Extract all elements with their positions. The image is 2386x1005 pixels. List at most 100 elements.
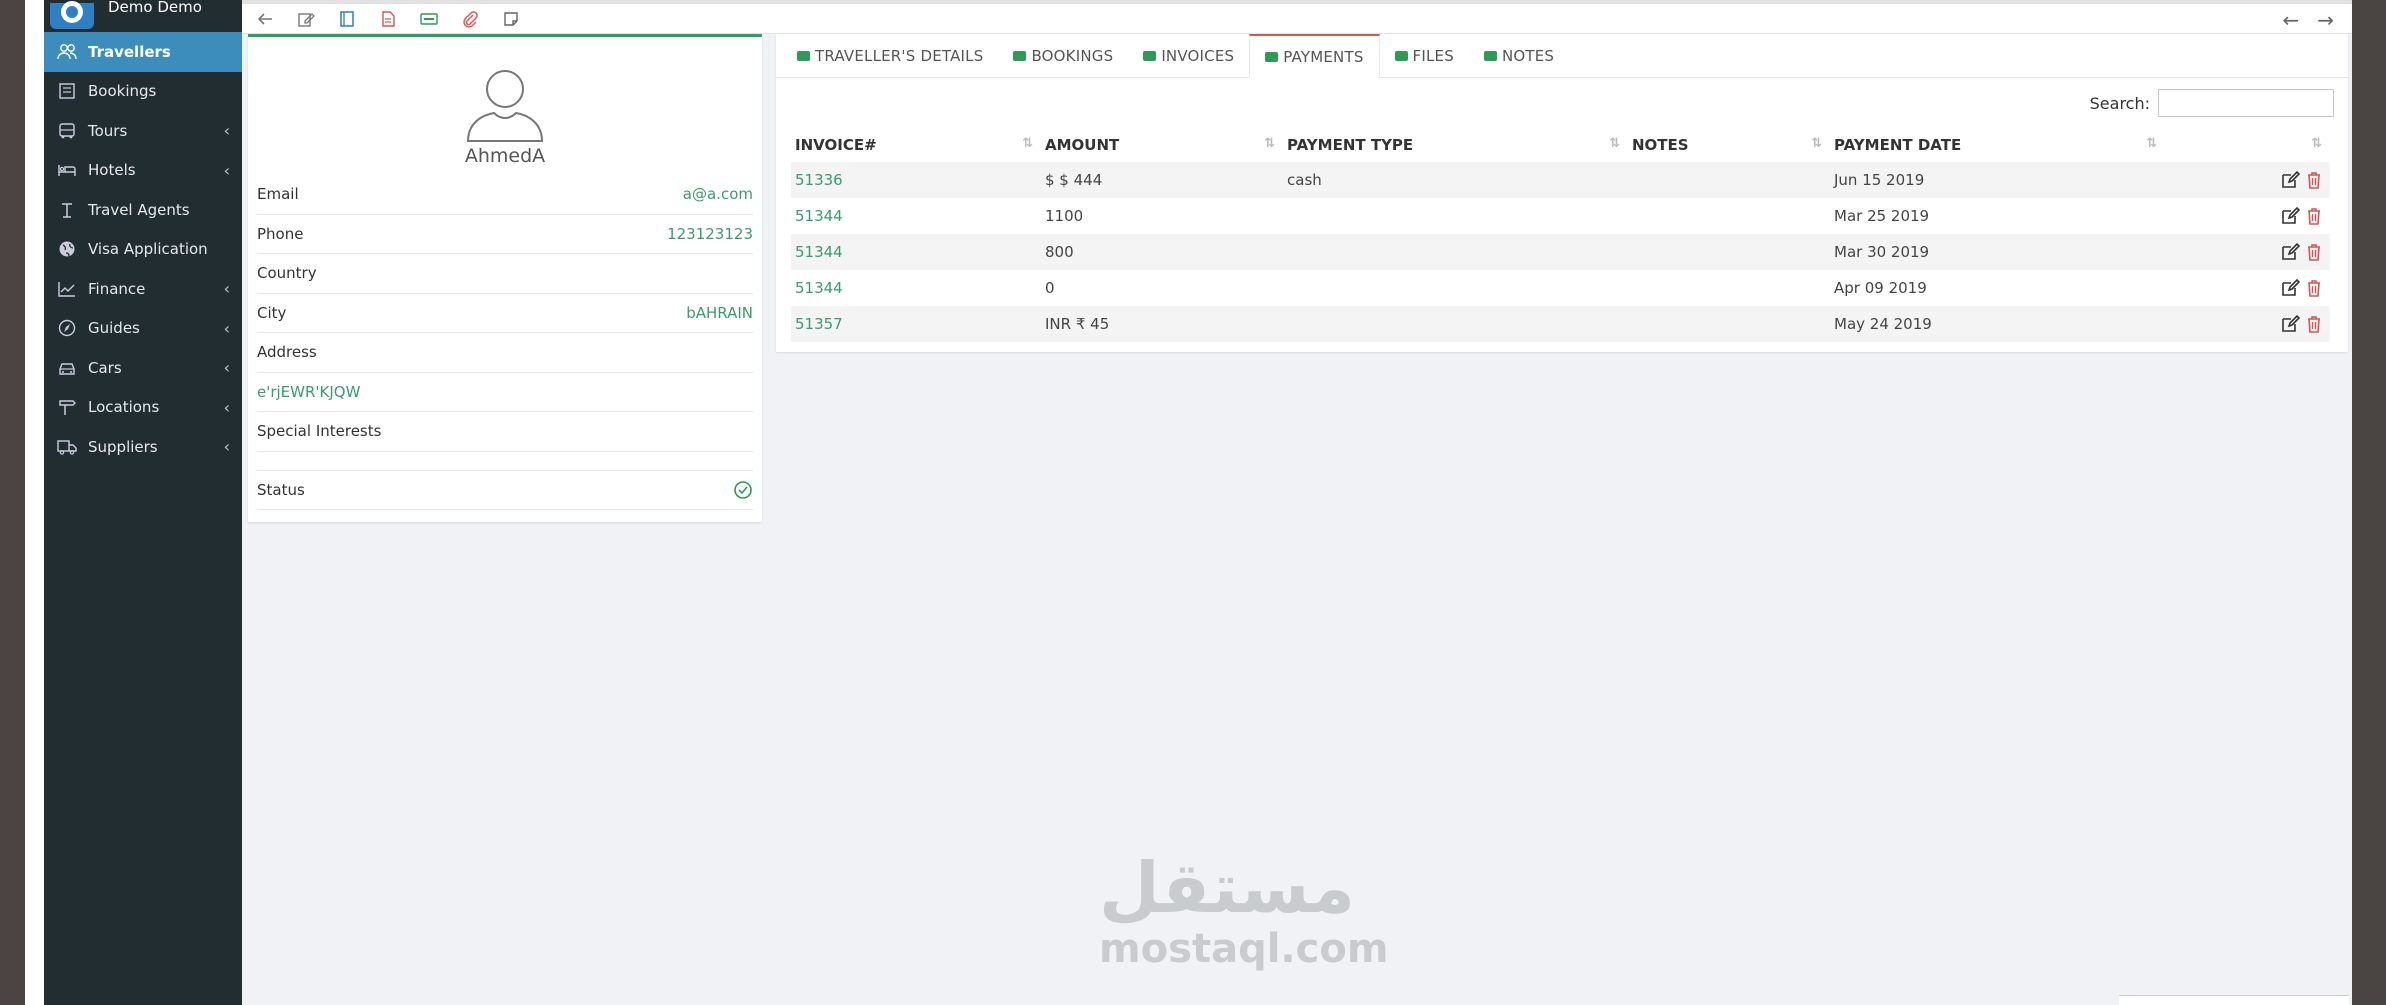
sidebar-item-hotels[interactable]: Hotels ‹ — [44, 151, 242, 191]
edit-icon[interactable] — [2280, 314, 2301, 334]
tab-label: TRAVELLER'S DETAILS — [815, 47, 984, 65]
status-check-icon[interactable] — [733, 480, 753, 500]
special-interests-row: Special Interests — [257, 412, 753, 452]
tab-files[interactable]: FILES — [1380, 34, 1469, 78]
sidebar-item-label: Travel Agents — [88, 200, 190, 219]
sidebar: Demo Demo Travellers Bookings Tours ‹ Hotels… — [44, 0, 242, 1005]
notes-cell — [1628, 270, 1830, 306]
sidebar-item-guides[interactable]: Guides ‹ — [44, 309, 242, 349]
sidebar-nav: Travellers Bookings Tours ‹ Hotels ‹ Travel Ag… — [44, 32, 242, 467]
phone-value[interactable]: 123123123 — [667, 225, 753, 243]
truck-icon — [56, 438, 78, 456]
user-avatar-icon — [466, 70, 544, 142]
bottom-panel-edge — [2119, 995, 2349, 1005]
status-label: Status — [257, 480, 305, 499]
column-header[interactable]: PAYMENT DATE ⇅ — [1830, 128, 2165, 162]
tab-status-dot-icon — [1143, 51, 1157, 61]
sidebar-item-label: Suppliers — [88, 437, 158, 456]
sidebar-item-finance[interactable]: Finance ‹ — [44, 269, 242, 309]
sidebar-item-travel-agents[interactable]: Travel Agents — [44, 190, 242, 230]
address-label: Address — [257, 343, 317, 362]
tab-label: NOTES — [1501, 47, 1555, 65]
sort-icon: ⇅ — [1609, 136, 1620, 151]
sidebar-item-label: Visa Application — [88, 240, 208, 259]
sidebar-item-visa-application[interactable]: Visa Application — [44, 230, 242, 270]
watermark-latin: mostaql.com — [1099, 926, 1389, 972]
sort-icon: ⇅ — [2146, 136, 2157, 151]
city-value[interactable]: bAHRAIN — [686, 304, 753, 322]
pdf-icon[interactable] — [377, 9, 399, 29]
tab-label: PAYMENTS — [1283, 48, 1364, 66]
email-value[interactable]: a@a.com — [683, 185, 753, 203]
delete-icon[interactable] — [2304, 170, 2324, 190]
next-record-arrow-icon[interactable]: → — [2317, 8, 2334, 32]
sidebar-item-travellers[interactable]: Travellers — [44, 32, 242, 72]
payment-type-cell — [1283, 198, 1628, 234]
phone-label: Phone — [257, 224, 304, 243]
amount-cell: INR ₹ 45 — [1041, 306, 1283, 342]
sidebar-item-bookings[interactable]: Bookings — [44, 72, 242, 112]
tab-bookings[interactable]: BOOKINGS — [998, 34, 1128, 78]
car-icon — [56, 359, 78, 377]
invoice-link[interactable]: 51344 — [791, 270, 1041, 306]
previous-record-arrow-icon[interactable]: ← — [2282, 8, 2299, 32]
tab-notes[interactable]: NOTES — [1469, 34, 1569, 78]
visa-card-icon[interactable] — [418, 9, 440, 29]
invoice-link[interactable]: 51344 — [791, 198, 1041, 234]
column-header[interactable]: ⇅ — [2165, 128, 2330, 162]
sort-icon: ⇅ — [1264, 136, 1275, 151]
chevron-left-icon: ‹ — [223, 358, 230, 378]
phone-row: Phone 123123123 — [257, 215, 753, 254]
column-header[interactable]: AMOUNT ⇅ — [1041, 128, 1283, 162]
chevron-left-icon: ‹ — [223, 318, 230, 338]
amount-cell: $ $ 444 — [1041, 162, 1283, 198]
search-label: Search: — [2089, 93, 2150, 113]
back-arrow-icon[interactable] — [254, 9, 276, 29]
tab-status-dot-icon — [797, 51, 810, 61]
edit-icon[interactable] — [2280, 206, 2301, 226]
column-header[interactable]: INVOICE# ⇅ — [791, 128, 1041, 162]
tab-status-dot-icon — [1394, 51, 1408, 61]
tab-payments[interactable]: PAYMENTS — [1249, 34, 1380, 78]
delete-icon[interactable] — [2304, 278, 2324, 298]
column-header[interactable]: NOTES ⇅ — [1628, 128, 1830, 162]
passport-icon[interactable] — [336, 9, 358, 29]
note-icon[interactable] — [500, 9, 522, 29]
invoice-link[interactable]: 51344 — [791, 234, 1041, 270]
sidebar-item-suppliers[interactable]: Suppliers ‹ — [44, 427, 242, 467]
tab-label: INVOICES — [1161, 47, 1235, 65]
delete-icon[interactable] — [2304, 206, 2324, 226]
notes-cell — [1628, 162, 1830, 198]
edit-icon[interactable] — [2280, 170, 2301, 190]
delete-icon[interactable] — [2304, 314, 2324, 334]
column-header-label: PAYMENT TYPE — [1287, 136, 1414, 154]
sidebar-item-locations[interactable]: Locations ‹ — [44, 388, 242, 428]
edit-icon[interactable] — [2280, 278, 2301, 298]
payment-type-cell — [1283, 270, 1628, 306]
table-row: 51344 0 Apr 09 2019 — [791, 270, 2330, 306]
edit-icon[interactable] — [295, 9, 317, 29]
notes-cell — [1628, 198, 1830, 234]
column-header-label: INVOICE# — [795, 136, 877, 154]
brand[interactable]: Demo Demo — [44, 0, 242, 32]
chevron-left-icon: ‹ — [223, 279, 230, 299]
tab-bar: TRAVELLER'S DETAILS BOOKINGS INVOICES PAYME… — [776, 34, 2348, 78]
sidebar-item-cars[interactable]: Cars ‹ — [44, 348, 242, 388]
sidebar-item-tours[interactable]: Tours ‹ — [44, 111, 242, 151]
payment-date-cell: Mar 30 2019 — [1830, 234, 2165, 270]
chart-icon — [56, 280, 78, 298]
address-value[interactable]: e'rjEWR'KJQW — [257, 383, 360, 401]
tab-traveller-s-details[interactable]: TRAVELLER'S DETAILS — [782, 34, 998, 78]
attachment-icon[interactable] — [459, 9, 481, 29]
sidebar-item-label: Finance — [88, 279, 146, 298]
invoice-link[interactable]: 51357 — [791, 306, 1041, 342]
tab-invoices[interactable]: INVOICES — [1128, 34, 1249, 78]
column-header[interactable]: PAYMENT TYPE ⇅ — [1283, 128, 1628, 162]
sidebar-item-label: Travellers — [88, 42, 171, 61]
delete-icon[interactable] — [2304, 242, 2324, 262]
edit-icon[interactable] — [2280, 242, 2301, 262]
invoice-link[interactable]: 51336 — [791, 162, 1041, 198]
row-actions — [2165, 234, 2330, 270]
chevron-left-icon: ‹ — [223, 160, 230, 180]
search-input[interactable] — [2158, 89, 2334, 117]
